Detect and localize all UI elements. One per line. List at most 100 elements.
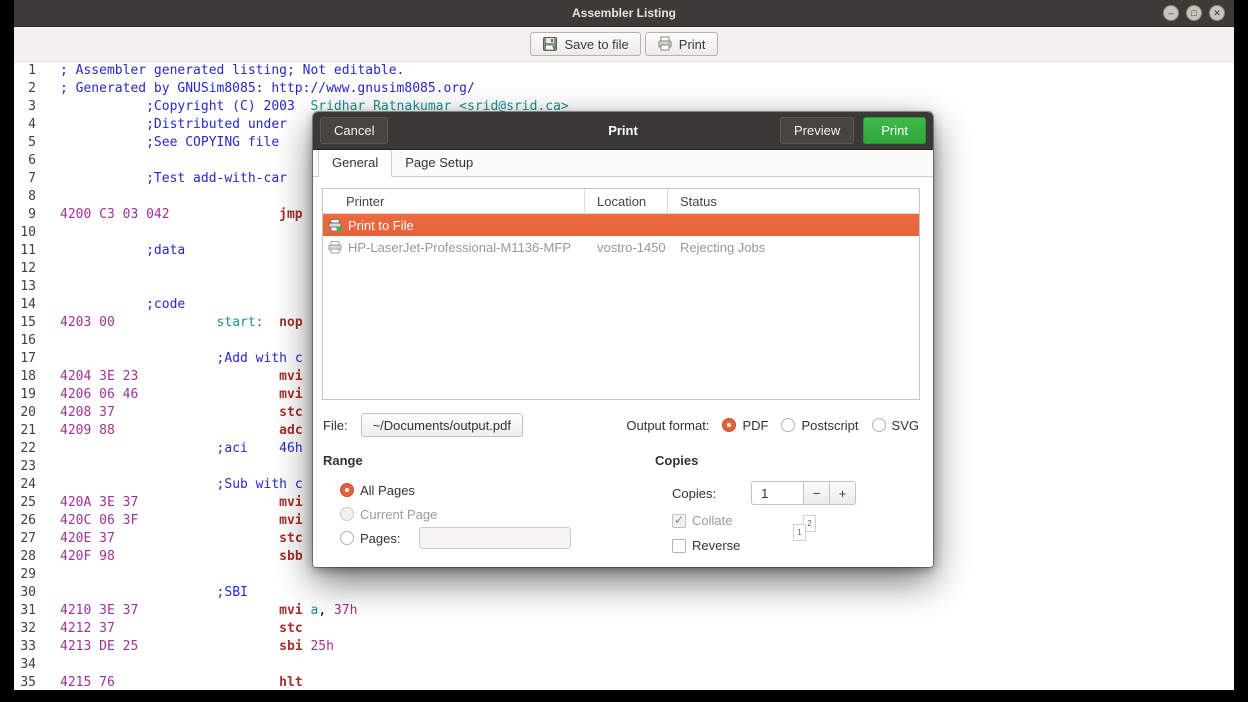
collate-preview-page-1: 1 [793,524,806,541]
line-number: 8 [14,188,36,206]
toolbar: Save to file Print [14,27,1234,62]
line-number: 35 [14,674,36,690]
line-number: 4 [14,116,36,134]
line-number: 6 [14,152,36,170]
window-controls: – □ ✕ [1163,5,1225,21]
radio-postscript[interactable]: Postscript [781,418,858,433]
copies-heading: Copies [655,453,917,468]
line-number: 17 [14,350,36,368]
tab-bar: General Page Setup [313,150,933,177]
copies-value[interactable]: 1 [751,481,804,505]
printer-list[interactable]: Printer Location Status Print to File [322,188,920,400]
line-number: 19 [14,386,36,404]
copies-section: Copies Copies: 1 − + Collate Reverse 2 1 [655,453,917,567]
code-line: 2; Generated by GNUSim8085: http://www.g… [14,80,1234,98]
line-number: 27 [14,530,36,548]
preview-button[interactable]: Preview [780,117,854,144]
line-number: 29 [14,566,36,584]
line-number: 14 [14,296,36,314]
code-line: 334213 DE 25 sbi 25h [14,638,1234,656]
output-format-label: Output format: [626,418,709,433]
radio-svg[interactable]: SVG [872,418,919,433]
line-number: 22 [14,440,36,458]
print-dialog-body: Printer Location Status Print to File [313,177,933,567]
titlebar: Assembler Listing – □ ✕ [14,0,1234,27]
line-number: 31 [14,602,36,620]
line-number: 16 [14,332,36,350]
line-number: 20 [14,404,36,422]
code-line: 314210 3E 37 mvi a, 37h [14,602,1234,620]
line-number: 33 [14,638,36,656]
line-number: 23 [14,458,36,476]
radio-pdf-label: PDF [742,418,768,433]
print-dialog-header: Cancel Print Preview Print [313,112,933,150]
maximize-button[interactable]: □ [1186,5,1202,21]
radio-svg-label: SVG [892,418,919,433]
printer-row-print-to-file[interactable]: Print to File [323,214,919,236]
radio-postscript-label: Postscript [801,418,858,433]
print-to-file-icon [328,219,342,232]
radio-postscript-indicator [781,418,795,432]
line-number: 30 [14,584,36,602]
collate-label: Collate [692,513,732,528]
printer-location: vostro-1450 [585,240,668,255]
printer-device-icon [328,241,342,254]
radio-all-pages[interactable]: All Pages [340,479,415,501]
column-header-location[interactable]: Location [585,189,668,213]
print-toolbar-button[interactable]: Print [645,32,718,56]
code-line: 34 [14,656,1234,674]
radio-all-pages-label: All Pages [360,483,415,498]
line-number: 32 [14,620,36,638]
tab-page-setup[interactable]: Page Setup [392,150,486,176]
line-number: 18 [14,368,36,386]
radio-all-pages-indicator [340,483,354,497]
file-button[interactable]: ~/Documents/output.pdf [361,413,523,437]
copies-decrement-button[interactable]: − [803,481,830,505]
window-title: Assembler Listing [572,6,676,20]
copies-label: Copies: [672,486,716,501]
line-number: 7 [14,170,36,188]
radio-pages[interactable]: Pages: [340,527,571,549]
collate-checkbox[interactable]: Collate [672,513,732,528]
printer-list-header: Printer Location Status [323,189,919,214]
line-number: 3 [14,98,36,116]
line-number: 24 [14,476,36,494]
range-heading: Range [323,453,643,468]
line-number: 5 [14,134,36,152]
printer-row-hp-laserjet[interactable]: HP-LaserJet-Professional-M1136-MFP vostr… [323,236,919,258]
print-toolbar-label: Print [679,37,706,52]
radio-pdf-indicator [722,418,736,432]
line-number: 9 [14,206,36,224]
cancel-button[interactable]: Cancel [320,117,388,144]
file-row: File: ~/Documents/output.pdf Output form… [323,412,919,438]
printer-name: Print to File [348,218,414,233]
code-line: 1; Assembler generated listing; Not edit… [14,62,1234,80]
radio-current-page[interactable]: Current Page [340,503,437,525]
copies-spinbutton: 1 − + [751,481,856,505]
line-number: 34 [14,656,36,674]
collate-checkbox-indicator [672,514,686,528]
code-line: 354215 76 hlt [14,674,1234,690]
column-header-printer[interactable]: Printer [323,189,585,213]
line-number: 11 [14,242,36,260]
print-confirm-button[interactable]: Print [863,117,926,144]
close-button[interactable]: ✕ [1209,5,1225,21]
code-line: 30 ;SBI [14,584,1234,602]
line-number: 13 [14,278,36,296]
pages-entry[interactable] [419,527,571,549]
column-header-status[interactable]: Status [668,189,919,213]
line-number: 26 [14,512,36,530]
reverse-checkbox[interactable]: Reverse [672,538,740,553]
printer-status: Rejecting Jobs [668,240,919,255]
radio-current-page-indicator [340,507,354,521]
save-icon [542,36,558,52]
printer-icon [657,36,673,52]
tab-general[interactable]: General [318,149,392,177]
line-number: 2 [14,80,36,98]
radio-pdf[interactable]: PDF [722,418,768,433]
save-to-file-button[interactable]: Save to file [530,32,640,56]
code-line: 29 [14,566,1234,584]
line-number: 15 [14,314,36,332]
copies-increment-button[interactable]: + [829,481,856,505]
minimize-button[interactable]: – [1163,5,1179,21]
